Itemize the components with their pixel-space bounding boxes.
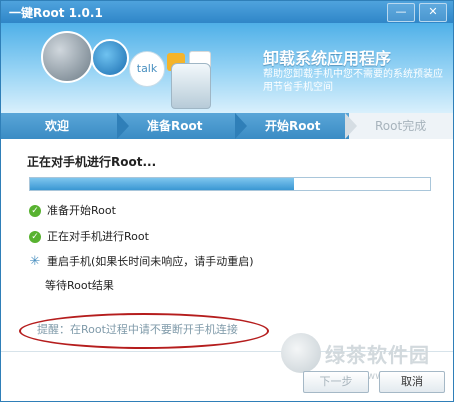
check-icon: ✓ xyxy=(29,231,41,243)
task-item: ✳ 重启手机(如果长时间未响应，请手动重启) xyxy=(29,254,254,269)
banner: talk 卸载系统应用程序 帮助您卸载手机中您不需要的系统预装应用节省手机空间 xyxy=(1,23,453,113)
app-window: 一键Root 1.0.1 — ✕ talk 卸载系统应用程序 帮助您卸载手机中您… xyxy=(0,0,454,402)
window-title: 一键Root 1.0.1 xyxy=(9,6,103,20)
step-prepare-root: 准备Root xyxy=(121,113,239,139)
progress-bar xyxy=(29,177,431,191)
task-item: 等待Root结果 xyxy=(45,279,114,292)
banner-title: 卸载系统应用程序 xyxy=(263,49,392,68)
step-welcome: 欢迎 xyxy=(1,113,121,139)
task-item: ✓ 准备开始Root xyxy=(29,203,116,219)
highlight-oval xyxy=(19,313,269,349)
step-root-complete: Root完成 xyxy=(349,113,453,139)
watermark-text: 绿茶软件园 xyxy=(325,343,430,367)
close-button[interactable]: ✕ xyxy=(419,3,447,22)
talk-icon: talk xyxy=(129,51,165,87)
android-logo-icon xyxy=(41,31,93,83)
step-start-root: 开始Root xyxy=(239,113,349,139)
progress-fill xyxy=(30,178,294,190)
check-icon: ✓ xyxy=(29,205,41,217)
watermark-logo-icon xyxy=(281,333,321,373)
trash-bin-icon xyxy=(171,63,211,109)
next-button[interactable]: 下一步 xyxy=(303,371,369,393)
step-separator-icon xyxy=(235,113,247,139)
task-item: ✓ 正在对手机进行Root xyxy=(29,229,149,245)
title-bar[interactable]: 一键Root 1.0.1 — ✕ xyxy=(1,1,453,23)
status-text: 正在对手机进行Root... xyxy=(27,155,157,169)
globe-icon xyxy=(91,39,129,77)
banner-subtitle: 帮助您卸载手机中您不需要的系统预装应用节省手机空间 xyxy=(263,69,443,93)
minimize-button[interactable]: — xyxy=(387,3,415,22)
spinner-icon: ✳ xyxy=(29,254,41,269)
step-bar: 欢迎 准备Root 开始Root Root完成 xyxy=(1,113,453,139)
cancel-button[interactable]: 取消 xyxy=(379,371,445,393)
step-separator-icon xyxy=(117,113,129,139)
step-separator-icon xyxy=(345,113,357,139)
